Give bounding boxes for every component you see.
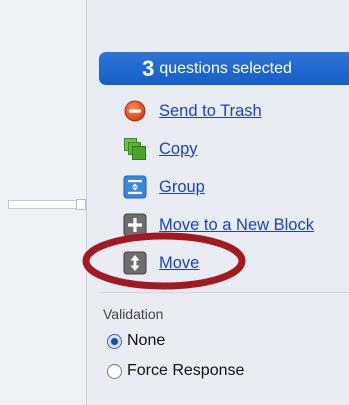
group-icon[interactable] xyxy=(123,175,147,199)
question-actions-panel: 3 questions selected Send to Trash Copy xyxy=(87,0,349,405)
radio-force-response[interactable] xyxy=(107,363,122,379)
validation-heading: Validation xyxy=(103,306,164,322)
move-to-new-block-link[interactable]: Move to a New Block xyxy=(159,216,314,235)
action-copy[interactable]: Copy xyxy=(123,136,198,162)
action-move[interactable]: Move xyxy=(123,250,199,276)
copy-icon[interactable] xyxy=(123,137,147,161)
new-block-icon[interactable] xyxy=(123,213,147,237)
validation-force-response-label: Force Response xyxy=(127,362,245,379)
validation-none-label: None xyxy=(127,332,166,349)
validation-option-force-response[interactable]: Force Response xyxy=(107,362,244,380)
pane-splitter[interactable] xyxy=(8,200,86,209)
panel-divider xyxy=(99,292,349,293)
trash-icon[interactable] xyxy=(123,99,147,123)
action-send-to-trash[interactable]: Send to Trash xyxy=(123,98,262,124)
action-move-to-new-block[interactable]: Move to a New Block xyxy=(123,212,314,238)
action-group[interactable]: Group xyxy=(123,174,205,200)
selection-count: 3 xyxy=(142,55,155,81)
send-to-trash-link[interactable]: Send to Trash xyxy=(159,102,262,121)
move-link[interactable]: Move xyxy=(159,254,199,273)
selection-header: 3 questions selected xyxy=(99,52,349,85)
validation-option-none[interactable]: None xyxy=(107,332,165,350)
splitter-handle[interactable] xyxy=(76,199,86,210)
radio-none[interactable] xyxy=(107,333,122,349)
group-link[interactable]: Group xyxy=(159,178,205,197)
move-icon[interactable] xyxy=(123,251,147,275)
selection-label: questions selected xyxy=(159,59,292,77)
radio-selected-dot xyxy=(111,337,118,345)
copy-link[interactable]: Copy xyxy=(159,140,198,159)
